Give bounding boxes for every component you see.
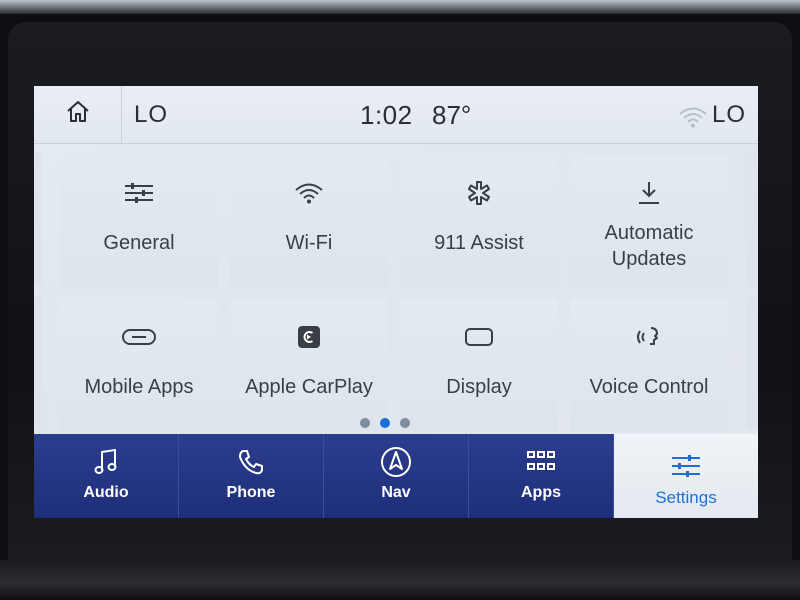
nav-phone[interactable]: Phone: [179, 434, 324, 518]
grid-icon: [469, 446, 613, 478]
tile-911-assist[interactable]: 911 Assist: [400, 154, 558, 288]
previous-page-tile-edge[interactable]: [34, 296, 42, 430]
tile-label-line-1: Automatic: [604, 222, 694, 244]
infotainment-screen: LO 1:02 87° LO General Wi-Fi 911 Assist …: [34, 86, 758, 518]
tile-mobile-apps[interactable]: Mobile Apps: [60, 298, 218, 432]
tile-label: General: [103, 232, 175, 254]
nav-nav[interactable]: Nav: [324, 434, 469, 518]
tile-label: Voice Control: [589, 376, 709, 398]
nav-label: Apps: [521, 484, 561, 501]
tile-apple-carplay[interactable]: Apple CarPlay: [230, 298, 388, 432]
wifi-status-icon: [678, 106, 708, 133]
outside-temperature: 87°: [432, 100, 472, 130]
tile-label: 911 Assist: [434, 232, 524, 254]
status-bar: LO 1:02 87° LO: [34, 86, 758, 144]
nav-label: Phone: [226, 484, 276, 501]
star-of-life-icon: [400, 180, 558, 206]
tile-label: Wi-Fi: [285, 232, 333, 254]
tile-display[interactable]: Display: [400, 298, 558, 432]
display-icon: [400, 324, 558, 350]
page-dot[interactable]: [400, 418, 410, 428]
wifi-icon: [230, 180, 388, 206]
link-icon: [60, 324, 218, 350]
driver-temperature[interactable]: LO: [134, 101, 168, 129]
nav-label: Nav: [381, 484, 411, 501]
nav-label: Audio: [83, 484, 129, 501]
tile-label: Mobile Apps: [84, 376, 194, 398]
nav-audio[interactable]: Audio: [34, 434, 179, 518]
voice-icon: [570, 324, 728, 350]
compass-icon: [324, 446, 468, 478]
sliders-icon: [60, 180, 218, 206]
settings-sliders-icon: [614, 450, 758, 482]
clock: 1:02: [360, 100, 413, 130]
device-bezel-top: [0, 0, 800, 14]
home-icon: [65, 99, 91, 130]
download-icon: [570, 180, 728, 206]
page-dot[interactable]: [360, 418, 370, 428]
tile-wifi[interactable]: Wi-Fi: [230, 154, 388, 288]
next-page-tile-edge[interactable]: [746, 296, 758, 430]
page-dot-active[interactable]: [380, 418, 390, 428]
tile-general[interactable]: General: [60, 154, 218, 288]
tile-automatic-updates[interactable]: Automatic Updates: [570, 154, 728, 288]
dashboard-trim: [0, 560, 800, 600]
carplay-icon: [230, 324, 388, 350]
nav-apps[interactable]: Apps: [469, 434, 614, 518]
bottom-nav: Audio Phone Nav Apps Settings: [34, 434, 758, 518]
phone-icon: [179, 446, 323, 478]
tile-label-line-2: Updates: [611, 248, 687, 270]
page-indicator: [360, 418, 410, 428]
previous-page-tile-edge[interactable]: [34, 152, 42, 286]
next-page-tile-edge[interactable]: [746, 152, 758, 286]
nav-label: Settings: [655, 488, 717, 507]
music-note-icon: [34, 446, 178, 478]
settings-tiles: General Wi-Fi 911 Assist Automatic Updat…: [34, 144, 758, 434]
tile-voice-control[interactable]: Voice Control: [570, 298, 728, 432]
passenger-temperature[interactable]: LO: [712, 101, 746, 129]
home-button[interactable]: [34, 86, 122, 144]
nav-settings[interactable]: Settings: [614, 434, 758, 518]
tile-label: Display: [446, 376, 512, 398]
tile-label: Apple CarPlay: [245, 376, 373, 398]
